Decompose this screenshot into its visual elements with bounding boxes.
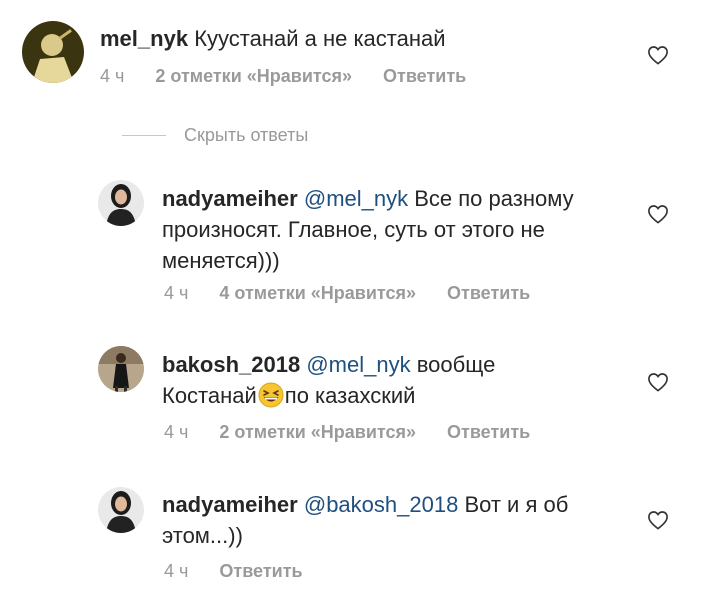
comment-text: nadyameiher @mel_nyk Все по разному прои…: [162, 183, 622, 276]
likes-count[interactable]: 2 отметки «Нравится»: [155, 66, 352, 86]
grinning-squinting-face-emoji: [258, 382, 284, 408]
comment-body: этом...)): [162, 523, 243, 548]
likes-count[interactable]: 4 отметки «Нравится»: [219, 283, 416, 303]
comment-body: по казахский: [284, 383, 416, 408]
heart-icon[interactable]: [647, 510, 669, 530]
comment-body: меняется))): [162, 248, 280, 273]
heart-icon[interactable]: [647, 45, 669, 65]
comment-body: вообще: [416, 352, 496, 377]
heart-icon[interactable]: [647, 204, 669, 224]
comment-body: произносят. Главное, суть от этого не: [162, 217, 545, 242]
comment-meta: 4 ч 2 отметки «Нравится» Ответить: [164, 422, 556, 443]
hide-replies-button[interactable]: Скрыть ответы: [122, 124, 308, 146]
comment-body: Вот и я об: [464, 492, 569, 517]
username[interactable]: nadyameiher: [162, 186, 298, 211]
comment-body: Все по разному: [414, 186, 574, 211]
avatar[interactable]: [98, 346, 144, 392]
mention-link[interactable]: @mel_nyk: [304, 186, 408, 211]
hide-replies-label[interactable]: Скрыть ответы: [184, 125, 308, 146]
comment-meta: 4 ч 2 отметки «Нравится» Ответить: [100, 66, 492, 87]
avatar[interactable]: [98, 180, 144, 226]
reply-button[interactable]: Ответить: [383, 66, 466, 86]
comment-time: 4 ч: [100, 66, 125, 86]
reply-button[interactable]: Ответить: [447, 422, 530, 442]
likes-count[interactable]: 2 отметки «Нравится»: [219, 422, 416, 442]
avatar[interactable]: [22, 21, 84, 83]
mention-link[interactable]: @bakosh_2018: [304, 492, 458, 517]
comment-body: Куустанай а не кастанай: [194, 26, 446, 51]
reply-button[interactable]: Ответить: [447, 283, 530, 303]
comment-meta: 4 ч 4 отметки «Нравится» Ответить: [164, 283, 556, 304]
comment-time: 4 ч: [164, 422, 189, 442]
username[interactable]: nadyameiher: [162, 492, 298, 517]
username[interactable]: bakosh_2018: [162, 352, 300, 377]
comment-time: 4 ч: [164, 561, 189, 581]
comment-text: bakosh_2018 @mel_nyk вообще Костанай по …: [162, 349, 622, 411]
mention-link[interactable]: @mel_nyk: [306, 352, 410, 377]
comment-body: Костанай: [162, 383, 257, 408]
divider: [122, 134, 166, 136]
comment-meta: 4 ч Ответить: [164, 561, 329, 582]
username[interactable]: mel_nyk: [100, 26, 188, 51]
comment-text: nadyameiher @bakosh_2018 Вот и я об этом…: [162, 489, 622, 551]
avatar[interactable]: [98, 487, 144, 533]
reply-button[interactable]: Ответить: [219, 561, 302, 581]
heart-icon[interactable]: [647, 372, 669, 392]
comment-text: mel_nyk Куустанай а не кастанай: [100, 23, 620, 54]
comment-time: 4 ч: [164, 283, 189, 303]
